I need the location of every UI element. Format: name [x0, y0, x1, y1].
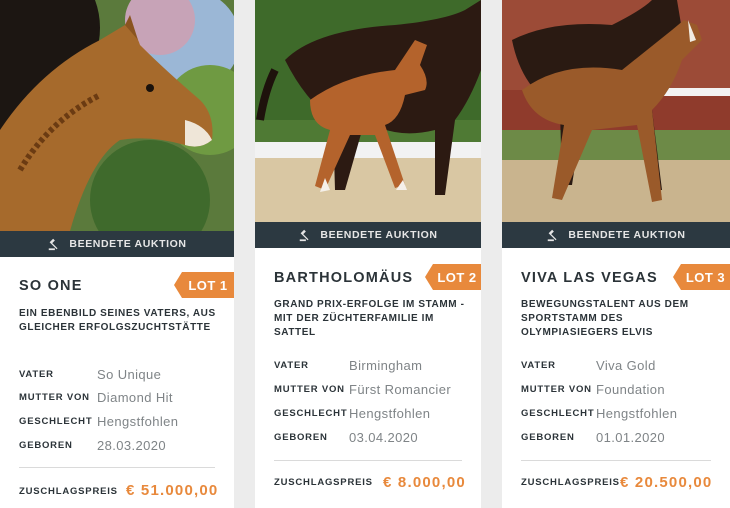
status-label: BEENDETE AUKTION: [568, 229, 686, 241]
detail-label: VATER: [19, 368, 54, 380]
horse-name[interactable]: VIVA LAS VEGAS: [521, 270, 658, 286]
detail-value: 03.04.2020: [349, 429, 419, 445]
status-label: BEENDETE AUKTION: [320, 229, 438, 241]
detail-value: 01.01.2020: [596, 429, 666, 445]
price-label: ZUSCHLAGSPREIS: [274, 477, 373, 488]
horse-tagline: GRAND PRIX-ERFOLGE IM STAMM - MIT DER ZÜ…: [274, 299, 465, 338]
detail-label: MUTTER VON: [19, 391, 90, 403]
status-label: BEENDETE AUKTION: [69, 238, 187, 250]
status-bar: BEENDETE AUKTION: [255, 222, 481, 248]
detail-label: GEBOREN: [274, 431, 328, 443]
detail-value: Diamond Hit: [97, 389, 173, 405]
detail-label: VATER: [274, 359, 309, 371]
status-bar: BEENDETE AUKTION: [502, 222, 730, 248]
detail-row-mutter: MUTTER VON Foundation: [521, 381, 665, 397]
detail-label: MUTTER VON: [274, 383, 345, 395]
price-label: ZUSCHLAGSPREIS: [19, 486, 118, 497]
detail-value: Viva Gold: [596, 357, 656, 373]
lot-badge: LOT 2: [425, 264, 481, 290]
detail-value: So Unique: [97, 366, 162, 382]
gavel-icon: [548, 229, 557, 242]
gavel-icon: [300, 229, 309, 242]
auction-card-bartholomaeus[interactable]: BEENDETE AUKTION LOT 2 BARTHOLOMÄUS GRAN…: [255, 0, 481, 508]
detail-label: VATER: [521, 359, 556, 371]
detail-value: Foundation: [596, 381, 666, 397]
divider: [274, 460, 462, 461]
detail-label: GESCHLECHT: [19, 415, 93, 427]
detail-row-geschlecht: GESCHLECHT Hengstfohlen: [274, 405, 430, 421]
detail-label: GESCHLECHT: [274, 407, 348, 419]
foal-photo[interactable]: [0, 0, 234, 231]
detail-row-vater: VATER So Unique: [19, 366, 161, 382]
detail-label: MUTTER VON: [521, 383, 592, 395]
detail-value: Hengstfohlen: [349, 405, 431, 421]
auction-card-viva-las-vegas[interactable]: BEENDETE AUKTION LOT 3 VIVA LAS VEGAS BE…: [502, 0, 730, 508]
detail-row-mutter: MUTTER VON Diamond Hit: [19, 389, 173, 405]
horse-tagline: EIN EBENBILD SEINES VATERS, AUS GLEICHER…: [19, 308, 216, 333]
detail-label: GESCHLECHT: [521, 407, 595, 419]
status-bar: BEENDETE AUKTION: [0, 231, 234, 257]
divider: [19, 467, 215, 468]
detail-value: Birmingham: [349, 357, 423, 373]
price-label: ZUSCHLAGSPREIS: [521, 477, 620, 488]
auction-results: BEENDETE AUKTION LOT 1 SO ONE EIN EBENBI…: [0, 0, 730, 508]
auction-card-so-one[interactable]: BEENDETE AUKTION LOT 1 SO ONE EIN EBENBI…: [0, 0, 234, 508]
detail-row-vater: VATER Birmingham: [274, 357, 422, 373]
detail-row-geschlecht: GESCHLECHT Hengstfohlen: [521, 405, 677, 421]
hammer-price: € 20.500,00: [620, 474, 713, 491]
lot-badge: LOT 3: [673, 264, 730, 290]
lot-badge: LOT 1: [174, 272, 234, 298]
hammer-price: € 51.000,00: [126, 482, 219, 499]
detail-value: 28.03.2020: [97, 437, 167, 453]
horse-tagline: BEWEGUNGSTALENT AUS DEM SPORTSTAMM DES O…: [521, 299, 689, 338]
detail-row-geschlecht: GESCHLECHT Hengstfohlen: [19, 413, 178, 429]
foal-photo[interactable]: [502, 0, 730, 222]
detail-value: Hengstfohlen: [97, 413, 179, 429]
gavel-icon: [49, 238, 58, 251]
detail-label: GEBOREN: [521, 431, 575, 443]
detail-row-geboren: GEBOREN 01.01.2020: [521, 429, 665, 445]
detail-row-mutter: MUTTER VON Fürst Romancier: [274, 381, 451, 397]
detail-value: Hengstfohlen: [596, 405, 678, 421]
detail-row-geboren: GEBOREN 28.03.2020: [19, 437, 166, 453]
detail-row-geboren: GEBOREN 03.04.2020: [274, 429, 418, 445]
hammer-price: € 8.000,00: [383, 474, 466, 491]
detail-value: Fürst Romancier: [349, 381, 452, 397]
divider: [521, 460, 711, 461]
foal-photo[interactable]: [255, 0, 481, 222]
horse-name[interactable]: BARTHOLOMÄUS: [274, 270, 413, 286]
detail-label: GEBOREN: [19, 439, 73, 451]
horse-name[interactable]: SO ONE: [19, 278, 83, 294]
detail-row-vater: VATER Viva Gold: [521, 357, 655, 373]
